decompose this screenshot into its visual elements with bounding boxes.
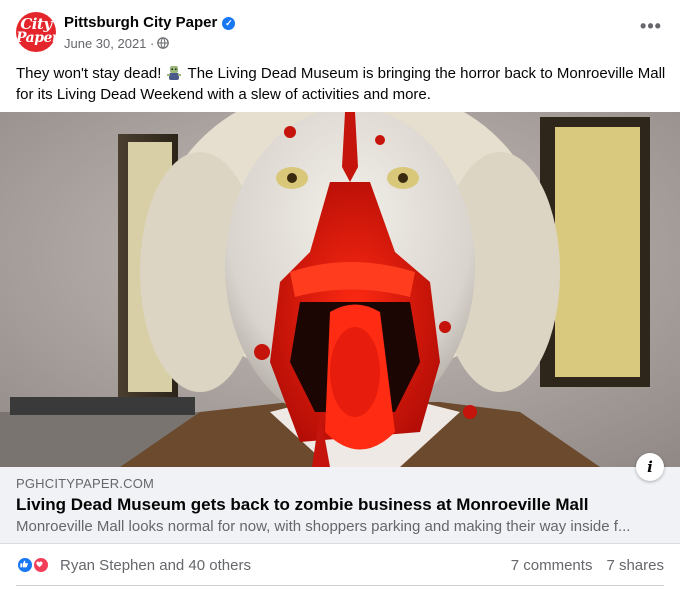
meta-separator: · — [150, 36, 155, 51]
facebook-post-card: City Paper Pittsburgh City Paper ✓ June 3… — [0, 0, 680, 589]
page-name-link[interactable]: Pittsburgh City Paper — [64, 14, 217, 31]
reaction-names-link[interactable]: Ryan Stephen and 40 others — [60, 557, 251, 574]
engagement-counts: 7 comments 7 shares — [511, 557, 664, 574]
link-preview[interactable]: i PGHCITYPAPER.COM Living Dead Museum ge… — [0, 453, 680, 544]
comments-count-link[interactable]: 7 comments — [511, 557, 593, 574]
post-text-part1: They won't stay dead! — [16, 65, 162, 82]
zombie-photo[interactable] — [0, 112, 680, 467]
post-header: City Paper Pittsburgh City Paper ✓ June 3… — [16, 12, 664, 54]
post-meta: June 30, 2021 · — [64, 36, 170, 51]
post-message: They won't stay dead! The Living Dead Mu… — [16, 63, 666, 105]
page-avatar[interactable]: City Paper — [16, 12, 56, 52]
verified-badge-icon: ✓ — [222, 17, 236, 30]
shares-count-link[interactable]: 7 shares — [606, 557, 664, 574]
link-title[interactable]: Living Dead Museum gets back to zombie b… — [16, 495, 588, 515]
link-domain: PGHCITYPAPER.COM — [16, 476, 155, 491]
love-reaction-icon — [32, 556, 50, 574]
reaction-icons[interactable] — [16, 556, 56, 574]
like-reaction-icon — [16, 556, 34, 574]
info-icon[interactable]: i — [636, 453, 664, 481]
zombie-emoji — [166, 66, 181, 80]
more-options-button[interactable]: ••• — [638, 17, 664, 40]
link-description: Monroeville Mall looks normal for now, w… — [16, 518, 631, 535]
avatar-logo-line2: Paper — [16, 30, 56, 46]
page-name-row: Pittsburgh City Paper ✓ — [64, 14, 236, 31]
post-date-link[interactable]: June 30, 2021 — [64, 36, 146, 51]
globe-icon[interactable] — [157, 37, 170, 49]
reactions-bar: Ryan Stephen and 40 others 7 comments 7 s… — [16, 544, 664, 586]
